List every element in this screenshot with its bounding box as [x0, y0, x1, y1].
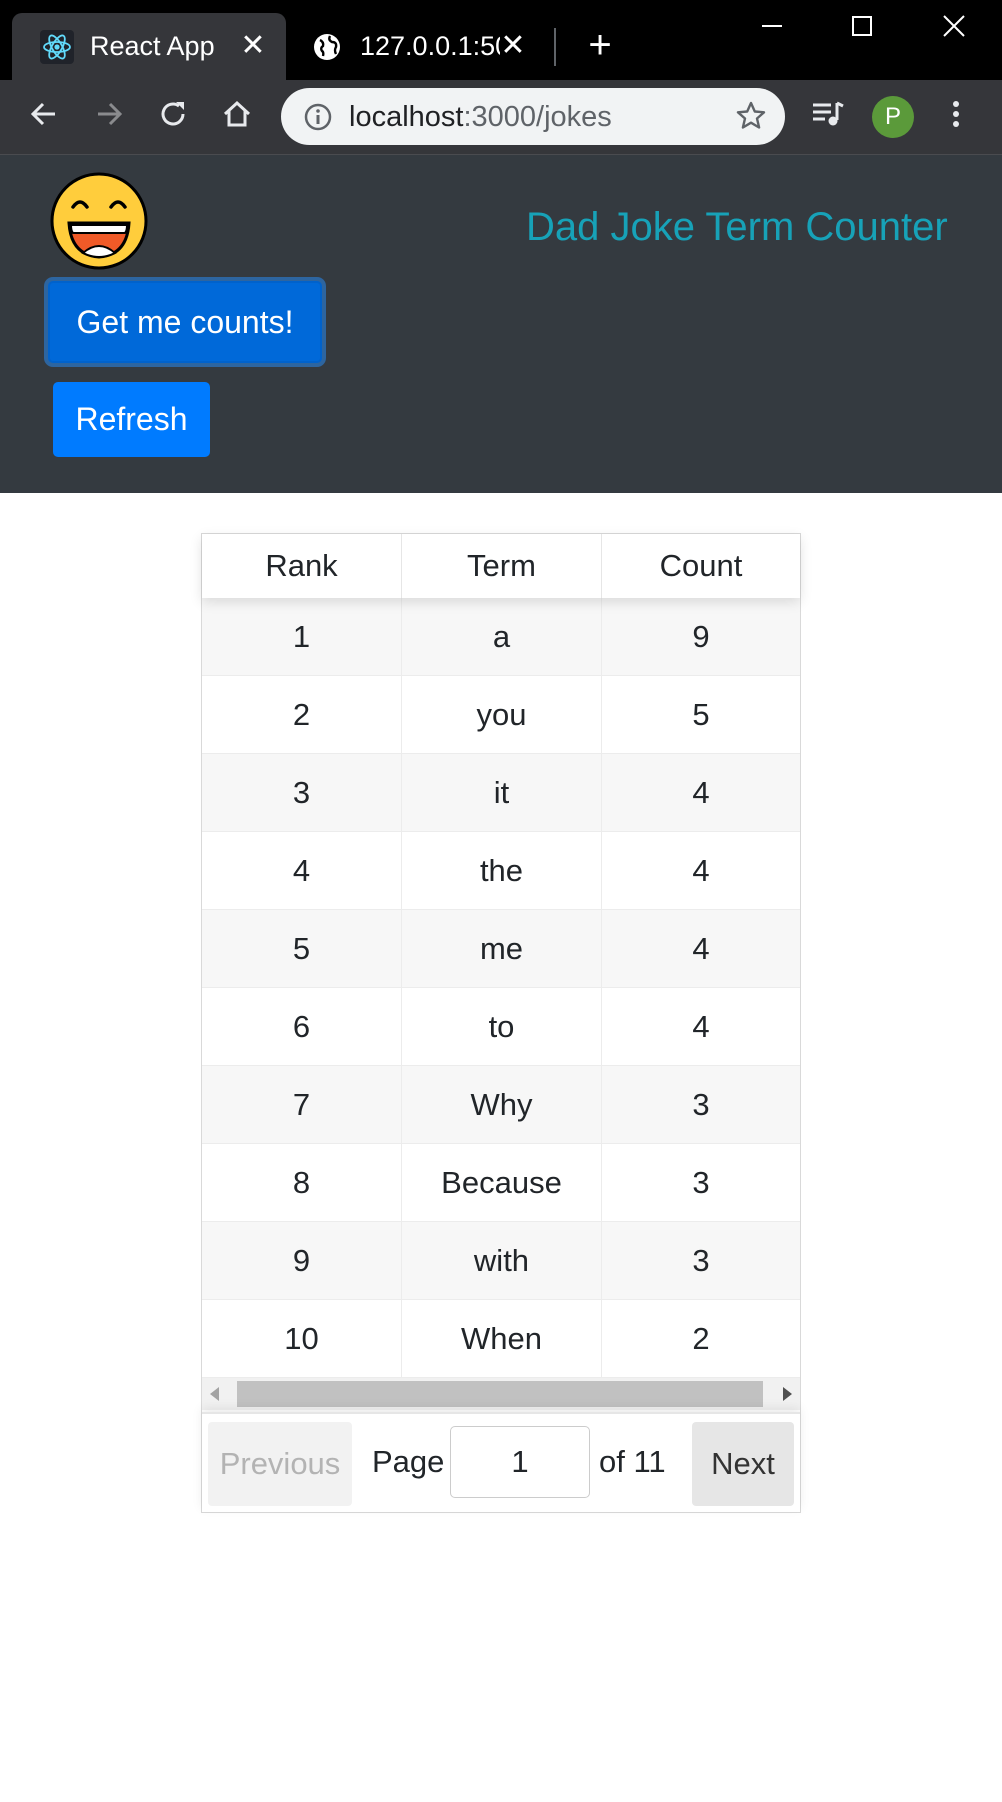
- rank-cell: 2: [202, 676, 402, 753]
- site-info-icon[interactable]: [303, 102, 333, 132]
- rank-cell: 4: [202, 832, 402, 909]
- table-row: 8 Because 3: [202, 1144, 800, 1222]
- table-row: 3 it 4: [202, 754, 800, 832]
- browser-titlebar: React App ✕ 127.0.0.1:50 ✕ +: [0, 0, 1002, 80]
- page-label: Page: [372, 1444, 445, 1479]
- count-cell: 9: [692, 618, 710, 654]
- term-count-table: Rank Term Count 1 a 9 2 you 5 3 it 4 4 t…: [201, 533, 801, 1513]
- page-number-input[interactable]: [450, 1426, 590, 1498]
- app-header: Dad Joke Term Counter Get me counts! Ref…: [0, 155, 1002, 493]
- more-menu-icon[interactable]: [932, 90, 980, 138]
- table-row: 10 When 2: [202, 1300, 800, 1378]
- url-host: localhost: [349, 101, 464, 133]
- scroll-right-arrow-icon[interactable]: [783, 1387, 792, 1401]
- browser-toolbar: localhost:3000/jokes P: [0, 80, 1002, 155]
- table-row: 9 with 3: [202, 1222, 800, 1300]
- term-cell: a: [402, 598, 602, 675]
- url-path: :3000/jokes: [463, 101, 612, 133]
- term-cell: you: [402, 676, 602, 753]
- term-cell: with: [402, 1222, 602, 1299]
- count-cell: 4: [692, 774, 710, 810]
- table-row: 1 a 9: [202, 598, 800, 676]
- term-cell: Why: [402, 1066, 602, 1143]
- pagination: Previous Page of 11 Next: [202, 1412, 800, 1512]
- rank-cell: 9: [202, 1222, 402, 1299]
- tab-title: React App: [90, 31, 215, 61]
- table-row: 5 me 4: [202, 910, 800, 988]
- url-text: localhost:3000/jokes: [349, 100, 612, 134]
- rank-cell: 3: [202, 754, 402, 831]
- column-header-count[interactable]: Count: [602, 534, 800, 598]
- close-tab-icon[interactable]: ✕: [498, 31, 528, 61]
- tab-react-app[interactable]: React App ✕: [12, 13, 286, 80]
- total-pages-label: of 11: [599, 1444, 666, 1479]
- table-row: 4 the 4: [202, 832, 800, 910]
- term-cell: Because: [402, 1144, 602, 1221]
- close-window-icon[interactable]: [914, 0, 994, 52]
- forward-arrow-icon[interactable]: [85, 90, 133, 138]
- rank-cell: 1: [202, 598, 402, 675]
- term-cell: me: [402, 910, 602, 987]
- reload-icon[interactable]: [149, 90, 197, 138]
- count-cell: 4: [692, 930, 710, 966]
- count-cell: 4: [692, 1008, 710, 1044]
- back-arrow-icon[interactable]: [20, 90, 68, 138]
- next-page-button[interactable]: Next: [692, 1422, 794, 1506]
- rank-cell: 7: [202, 1066, 402, 1143]
- column-header-term[interactable]: Term: [402, 534, 602, 598]
- count-cell: 3: [692, 1086, 710, 1122]
- home-icon[interactable]: [213, 90, 261, 138]
- react-icon: [40, 29, 74, 64]
- column-header-rank[interactable]: Rank: [202, 534, 402, 598]
- new-tab-plus-icon[interactable]: +: [580, 25, 620, 66]
- globe-icon: [310, 30, 344, 64]
- bookmark-star-icon[interactable]: [735, 100, 767, 132]
- address-bar[interactable]: localhost:3000/jokes: [281, 88, 785, 145]
- table-row: 6 to 4: [202, 988, 800, 1066]
- count-cell: 5: [692, 696, 710, 732]
- tab-title: 127.0.0.1:50: [360, 31, 500, 61]
- term-cell: to: [402, 988, 602, 1065]
- media-control-icon[interactable]: [804, 90, 852, 138]
- count-cell: 3: [692, 1164, 710, 1200]
- table-body: 1 a 9 2 you 5 3 it 4 4 the 4 5 me 4 6 to…: [202, 598, 800, 1378]
- profile-avatar[interactable]: P: [872, 96, 914, 138]
- horizontal-scrollbar[interactable]: [202, 1378, 800, 1410]
- rank-cell: 6: [202, 988, 402, 1065]
- previous-page-button[interactable]: Previous: [208, 1422, 352, 1506]
- maximize-icon[interactable]: [822, 0, 902, 52]
- get-counts-button[interactable]: Get me counts!: [48, 281, 322, 363]
- rank-cell: 5: [202, 910, 402, 987]
- rank-cell: 10: [202, 1300, 402, 1377]
- rank-cell: 8: [202, 1144, 402, 1221]
- tab-separator: [554, 28, 556, 66]
- count-cell: 4: [692, 852, 710, 888]
- laughing-emoji-icon: [49, 171, 149, 271]
- term-cell: When: [402, 1300, 602, 1377]
- scroll-left-arrow-icon[interactable]: [210, 1387, 219, 1401]
- table-row: 2 you 5: [202, 676, 800, 754]
- table-header: Rank Term Count: [202, 534, 800, 598]
- page-title: Dad Joke Term Counter: [526, 205, 948, 249]
- minimize-icon[interactable]: [732, 0, 812, 52]
- count-cell: 2: [692, 1320, 710, 1356]
- term-cell: the: [402, 832, 602, 909]
- close-tab-icon[interactable]: ✕: [238, 31, 268, 61]
- refresh-button[interactable]: Refresh: [53, 382, 210, 457]
- term-cell: it: [402, 754, 602, 831]
- table-row: 7 Why 3: [202, 1066, 800, 1144]
- scrollbar-thumb[interactable]: [237, 1381, 763, 1407]
- tab-localhost-50[interactable]: 127.0.0.1:50 ✕: [296, 13, 546, 80]
- count-cell: 3: [692, 1242, 710, 1278]
